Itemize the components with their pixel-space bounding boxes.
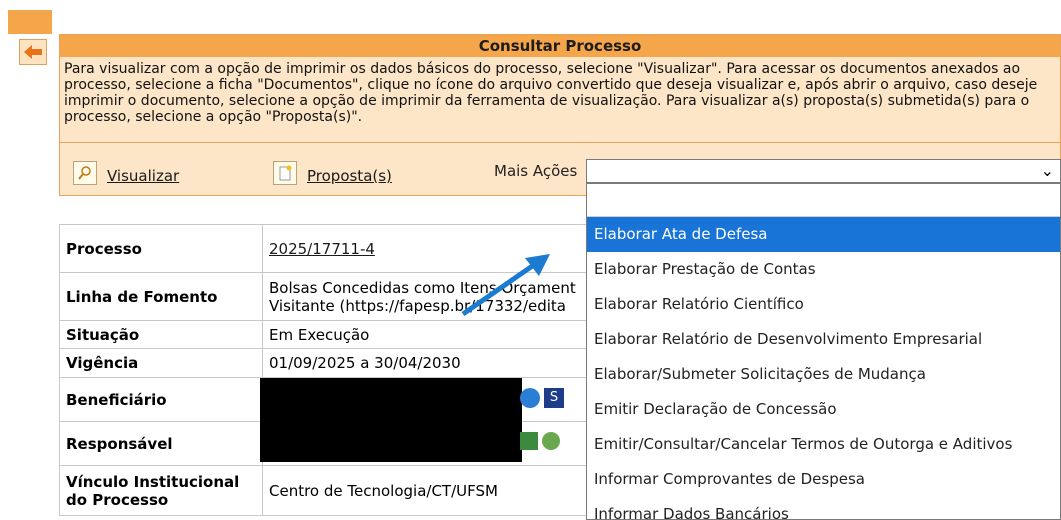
google-icon[interactable] (520, 432, 538, 450)
dropdown-item-elaborar-ata[interactable]: Elaborar Ata de Defesa (587, 217, 1060, 252)
dropdown-item-relatorio-empresarial[interactable]: Elaborar Relatório de Desenvolvimento Em… (587, 322, 1060, 357)
propostas-action[interactable]: Proposta(s) (273, 161, 392, 185)
dropdown-item-solicitacoes-mudanca[interactable]: Elaborar/Submeter Solicitações de Mudanç… (587, 357, 1060, 392)
mais-acoes-dropdown[interactable]: Elaborar Ata de Defesa Elaborar Prestaçã… (586, 183, 1061, 520)
visualizar-link[interactable]: Visualizar (107, 167, 179, 185)
top-tab-marker (8, 10, 52, 34)
chevron-down-icon: ⌄ (1040, 161, 1054, 180)
row-label: Processo (59, 224, 263, 273)
pie-icon[interactable] (542, 432, 560, 450)
dropdown-item-dados-bancarios[interactable]: Informar Dados Bancários (587, 497, 1060, 519)
row-value: Em Execução (262, 320, 599, 349)
row-label: Situação (59, 320, 263, 349)
mais-acoes-select[interactable]: ⌄ (586, 159, 1061, 183)
table-row: Vigência 01/09/2025 a 30/04/2030 (59, 348, 599, 378)
dropdown-search-input[interactable] (587, 184, 1060, 217)
row-label: Beneficiário (59, 377, 263, 422)
dropdown-item-termos-outorga[interactable]: Emitir/Consultar/Cancelar Termos de Outo… (587, 427, 1060, 462)
dropdown-item-relatorio-cientifico[interactable]: Elaborar Relatório Científico (587, 287, 1060, 322)
s-icon[interactable]: S (544, 388, 564, 408)
arrow-left-icon (24, 45, 42, 59)
row-label: Responsável (59, 421, 263, 466)
processo-link[interactable]: 2025/17711-4 (269, 240, 375, 258)
redacted-area (260, 378, 522, 462)
visualizar-action[interactable]: Visualizar (73, 161, 179, 185)
table-row: Vínculo Institucional do Processo Centro… (59, 465, 599, 516)
row-label: Vínculo Institucional do Processo (59, 465, 263, 516)
lattes-icon[interactable] (520, 388, 540, 408)
dropdown-item-comprovantes-despesa[interactable]: Informar Comprovantes de Despesa (587, 462, 1060, 497)
row-label: Linha de Fomento (59, 272, 263, 321)
magnifier-document-icon (73, 161, 97, 185)
propostas-link[interactable]: Proposta(s) (307, 167, 392, 185)
new-document-icon (273, 161, 297, 185)
panel-title: Consultar Processo (60, 35, 1060, 57)
table-row: Situação Em Execução (59, 320, 599, 349)
row-label: Vigência (59, 348, 263, 378)
dropdown-item-declaracao-concessao[interactable]: Emitir Declaração de Concessão (587, 392, 1060, 427)
beneficiario-icons: S (520, 388, 564, 408)
mais-acoes-label: Mais Ações (494, 162, 578, 180)
dropdown-item-prestacao-contas[interactable]: Elaborar Prestação de Contas (587, 252, 1060, 287)
row-value: 01/09/2025 a 30/04/2030 (262, 348, 599, 378)
row-value: Centro de Tecnologia/CT/UFSM (262, 465, 599, 516)
panel-description: Para visualizar com a opção de imprimir … (64, 61, 1038, 125)
back-button[interactable] (19, 39, 47, 65)
responsavel-icons (520, 432, 560, 450)
annotation-arrow-icon (461, 254, 550, 317)
